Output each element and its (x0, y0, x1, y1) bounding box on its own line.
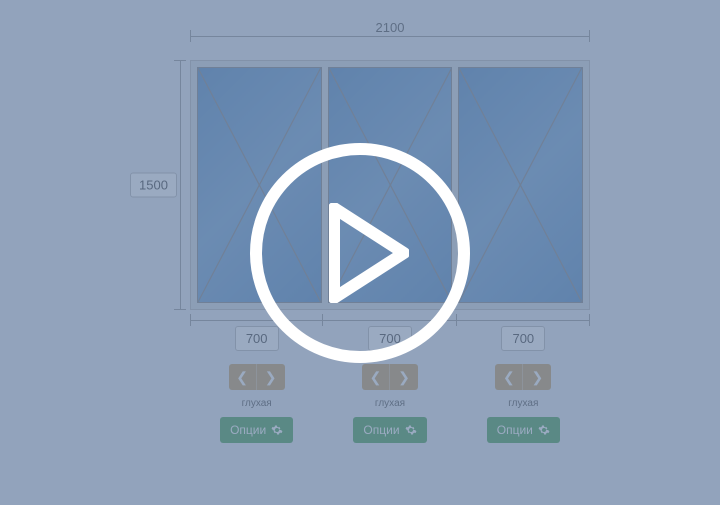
play-button[interactable] (250, 143, 470, 363)
video-overlay[interactable] (0, 0, 720, 505)
play-icon (329, 203, 409, 303)
